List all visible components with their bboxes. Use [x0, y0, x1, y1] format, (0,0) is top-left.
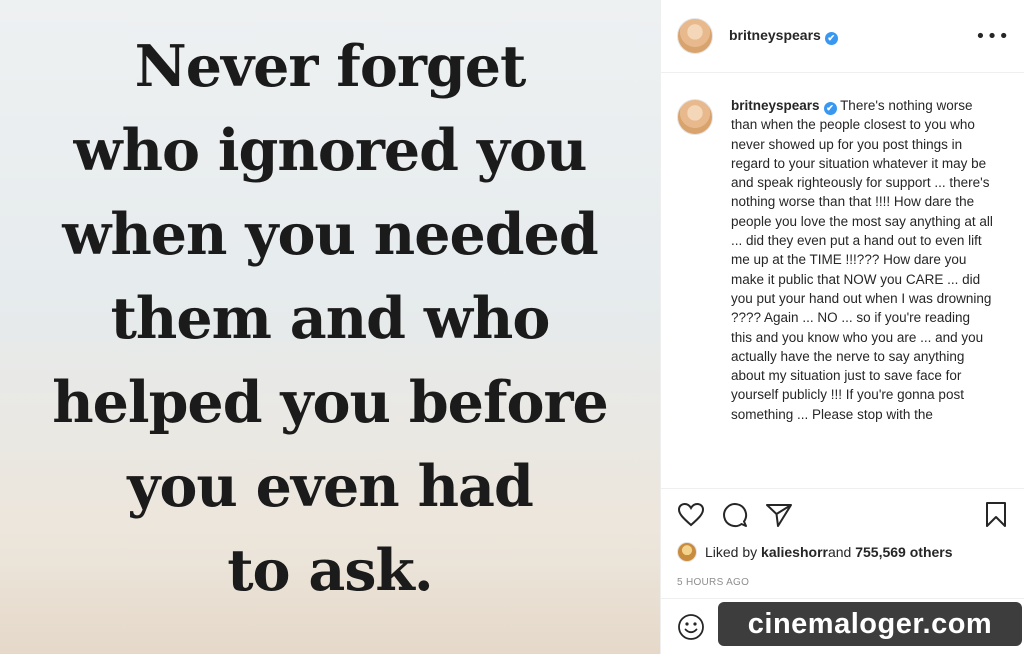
post-header: britneyspears ✔ •••: [661, 0, 1024, 73]
action-bar: [661, 489, 1024, 541]
post-image: Never forget who ignored you when you ne…: [0, 0, 660, 654]
emoji-icon[interactable]: [677, 613, 705, 641]
caption-text: There's nothing worse than when the peop…: [731, 98, 993, 422]
liker-username[interactable]: kalieshorr: [761, 544, 828, 560]
quote-line: who ignored you: [73, 117, 588, 184]
actions-section: Liked by kalieshorr and 755,569 others 5…: [661, 488, 1024, 588]
more-icon[interactable]: •••: [975, 26, 1010, 47]
watermark-badge: cinemaloger.com: [718, 602, 1022, 646]
quote-line: Never forget: [134, 33, 527, 100]
like-button[interactable]: [677, 501, 705, 529]
bookmark-icon: [986, 502, 1006, 527]
header-username-text[interactable]: britneyspears: [729, 27, 821, 43]
post-timestamp[interactable]: 5 HOURS AGO: [661, 577, 1024, 588]
caption: britneyspears ✔ There's nothing worse tha…: [731, 96, 993, 486]
likes-prefix: Liked by: [705, 544, 758, 560]
header-username[interactable]: britneyspears ✔: [729, 27, 838, 45]
quote-text: Never forget who ignored you when you ne…: [20, 25, 640, 613]
verified-icon: ✔: [823, 102, 837, 115]
quote-line: you even had: [127, 453, 534, 520]
share-button[interactable]: [765, 501, 793, 529]
likes-count[interactable]: 755,569 others: [855, 544, 952, 560]
likes-line: Liked by kalieshorr and 755,569 others: [661, 541, 1024, 563]
share-icon: [766, 504, 792, 527]
post-side-panel: britneyspears ✔ ••• britneyspears ✔ There'…: [660, 0, 1024, 654]
comment-button[interactable]: [721, 501, 749, 529]
quote-line: helped you before: [52, 369, 609, 436]
quote-line: when you needed: [62, 201, 598, 268]
quote-line: them and who: [110, 285, 551, 352]
likes-middle: and: [827, 544, 852, 560]
liker-avatar[interactable]: [677, 542, 697, 562]
caption-username[interactable]: britneyspears: [731, 98, 820, 113]
comment-icon: [723, 503, 747, 527]
quote-line: to ask.: [227, 537, 434, 604]
caption-avatar[interactable]: [677, 99, 713, 135]
save-button[interactable]: [982, 501, 1010, 529]
caption-area: britneyspears ✔ There's nothing worse tha…: [677, 96, 1010, 486]
verified-icon: ✔: [824, 32, 838, 45]
heart-icon: [678, 503, 704, 527]
avatar[interactable]: [677, 18, 713, 54]
